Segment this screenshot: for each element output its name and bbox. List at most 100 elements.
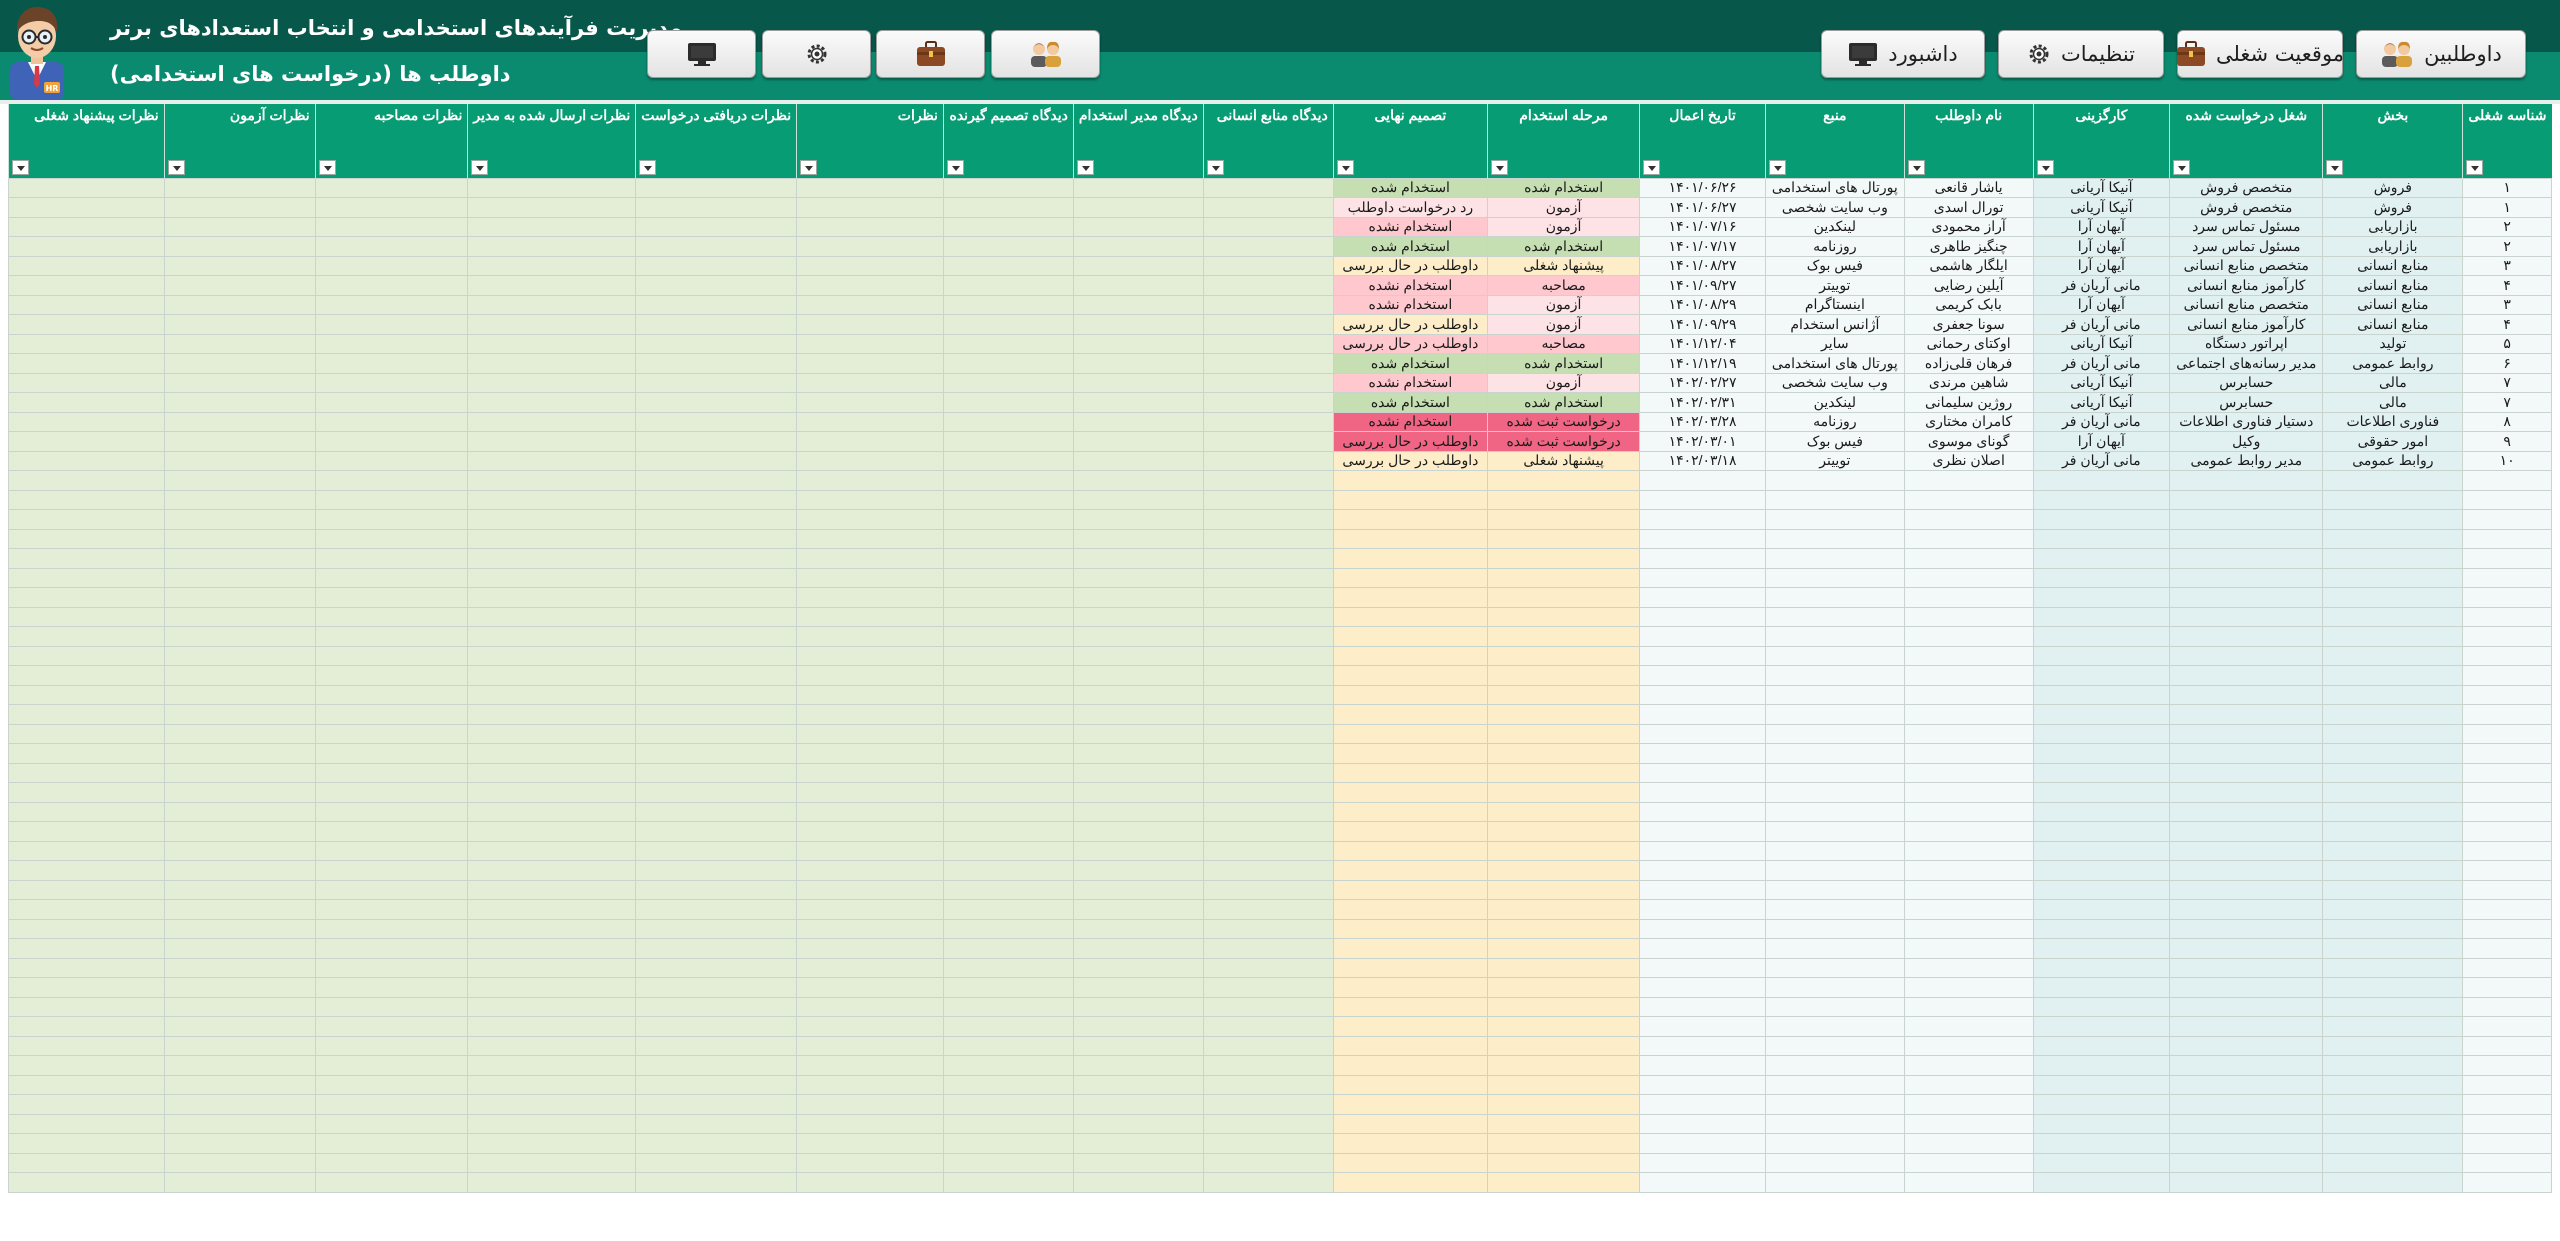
table-cell[interactable]: [635, 684, 798, 705]
table-cell[interactable]: [635, 275, 798, 296]
table-cell[interactable]: [1072, 509, 1204, 530]
table-cell[interactable]: [467, 255, 637, 276]
table-cell[interactable]: [635, 665, 798, 686]
table-cell[interactable]: [2462, 801, 2552, 822]
table-cell[interactable]: [635, 1055, 798, 1076]
table-cell[interactable]: [942, 743, 1074, 764]
table-cell[interactable]: [1332, 996, 1489, 1017]
table-cell[interactable]: ۱۴۰۱/۱۲/۰۴: [1639, 333, 1766, 354]
table-cell[interactable]: [635, 899, 798, 920]
filter-dropdown-icon[interactable]: [1768, 159, 1786, 175]
table-cell[interactable]: [467, 1152, 637, 1173]
table-cell[interactable]: مالی: [2322, 392, 2464, 413]
table-cell[interactable]: [1202, 333, 1334, 354]
table-cell[interactable]: [467, 626, 637, 647]
table-cell[interactable]: [2322, 782, 2464, 803]
table-cell[interactable]: [2462, 1016, 2552, 1037]
table-cell[interactable]: [2032, 996, 2171, 1017]
table-cell[interactable]: [467, 489, 637, 510]
table-cell[interactable]: [2169, 1113, 2324, 1134]
table-cell[interactable]: [796, 1152, 944, 1173]
table-cell[interactable]: [1639, 1074, 1766, 1095]
table-cell[interactable]: [1072, 333, 1204, 354]
table-cell[interactable]: [2322, 645, 2464, 666]
table-cell[interactable]: [1639, 762, 1766, 783]
table-cell[interactable]: [1903, 645, 2034, 666]
table-cell[interactable]: [1903, 840, 2034, 861]
table-cell[interactable]: [942, 197, 1074, 218]
table-cell[interactable]: [163, 801, 316, 822]
table-cell[interactable]: [1903, 1016, 2034, 1037]
table-cell[interactable]: [1639, 1035, 1766, 1056]
table-cell[interactable]: [1202, 626, 1334, 647]
table-cell[interactable]: [314, 236, 469, 257]
table-cell[interactable]: استخدام نشده: [1332, 216, 1489, 237]
column-header[interactable]: تصمیم نهایی: [1332, 104, 1488, 178]
column-header[interactable]: مرحله استخدام: [1487, 104, 1640, 178]
table-cell[interactable]: [2032, 762, 2171, 783]
table-cell[interactable]: [467, 762, 637, 783]
table-cell[interactable]: [1903, 762, 2034, 783]
table-cell[interactable]: [796, 587, 944, 608]
table-cell[interactable]: [2169, 489, 2324, 510]
table-cell[interactable]: [163, 762, 316, 783]
table-cell[interactable]: آیهان آرا: [2032, 294, 2171, 315]
table-cell[interactable]: [1903, 704, 2034, 725]
table-cell[interactable]: توییتر: [1764, 275, 1905, 296]
table-cell[interactable]: [1764, 1133, 1905, 1154]
table-cell[interactable]: [163, 1113, 316, 1134]
table-cell[interactable]: [635, 957, 798, 978]
table-cell[interactable]: [8, 645, 165, 666]
filter-dropdown-icon[interactable]: [318, 159, 336, 175]
table-cell[interactable]: [942, 431, 1074, 452]
table-cell[interactable]: [2032, 977, 2171, 998]
table-cell[interactable]: [2032, 509, 2171, 530]
table-cell[interactable]: متخصص منابع انسانی: [2169, 255, 2324, 276]
table-cell[interactable]: [635, 353, 798, 374]
table-cell[interactable]: [314, 548, 469, 569]
filter-dropdown-icon[interactable]: [471, 159, 489, 175]
table-cell[interactable]: [1332, 918, 1489, 939]
table-cell[interactable]: [2169, 996, 2324, 1017]
table-cell[interactable]: [2169, 743, 2324, 764]
table-cell[interactable]: [942, 1055, 1074, 1076]
table-cell[interactable]: [1202, 606, 1334, 627]
table-cell[interactable]: [1764, 1152, 1905, 1173]
table-cell[interactable]: [942, 392, 1074, 413]
table-cell[interactable]: [942, 977, 1074, 998]
table-cell[interactable]: [1639, 1113, 1766, 1134]
table-cell[interactable]: [942, 353, 1074, 374]
table-cell[interactable]: [2032, 1113, 2171, 1134]
table-cell[interactable]: [1072, 236, 1204, 257]
table-cell[interactable]: [1202, 743, 1334, 764]
table-cell[interactable]: [314, 743, 469, 764]
table-cell[interactable]: [314, 606, 469, 627]
table-cell[interactable]: [942, 938, 1074, 959]
table-cell[interactable]: [314, 1055, 469, 1076]
table-cell[interactable]: [1639, 1055, 1766, 1076]
table-cell[interactable]: [314, 216, 469, 237]
table-cell[interactable]: [1764, 957, 1905, 978]
table-cell[interactable]: [467, 1172, 637, 1193]
table-cell[interactable]: [942, 782, 1074, 803]
table-cell[interactable]: داوطلب در حال بررسی: [1332, 450, 1489, 471]
table-cell[interactable]: [2462, 606, 2552, 627]
column-header[interactable]: بخش: [2322, 104, 2463, 178]
filter-dropdown-icon[interactable]: [2326, 159, 2344, 175]
table-cell[interactable]: [2322, 470, 2464, 491]
table-cell[interactable]: [1332, 665, 1489, 686]
table-cell[interactable]: [467, 567, 637, 588]
table-cell[interactable]: [2032, 1074, 2171, 1095]
table-cell[interactable]: [163, 665, 316, 686]
table-cell[interactable]: [8, 626, 165, 647]
table-cell[interactable]: [796, 548, 944, 569]
table-cell[interactable]: استخدام نشده: [1332, 372, 1489, 393]
table-cell[interactable]: [2032, 1172, 2171, 1193]
table-cell[interactable]: [1903, 1152, 2034, 1173]
table-cell[interactable]: [635, 938, 798, 959]
table-cell[interactable]: [1072, 372, 1204, 393]
table-cell[interactable]: [314, 509, 469, 530]
table-cell[interactable]: [1202, 411, 1334, 432]
table-cell[interactable]: [2169, 723, 2324, 744]
table-cell[interactable]: [314, 392, 469, 413]
